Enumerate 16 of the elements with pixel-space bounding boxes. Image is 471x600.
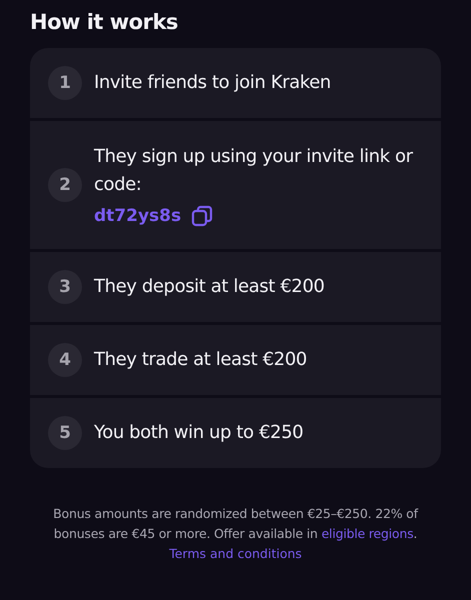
copy-icon[interactable] [191, 204, 214, 227]
step-number: 2 [48, 168, 82, 202]
eligible-regions-link[interactable]: eligible regions [321, 526, 414, 541]
step-text: They trade at least €200 [94, 348, 307, 372]
disclaimer-text: Bonus amounts are randomized between €25–€250. 22% of bonuses are €45 or more. Offer available in eligible regions. [52, 505, 420, 543]
terms-link[interactable]: Terms and conditions [169, 546, 302, 561]
step-number: 4 [48, 343, 82, 377]
step-number: 1 [48, 66, 82, 100]
section-title: How it works [30, 10, 179, 34]
step-text: They sign up using your invite link or code: [94, 145, 414, 197]
step-number: 5 [48, 416, 82, 450]
step-number: 3 [48, 270, 82, 304]
invite-code: dt72ys8s [94, 206, 182, 226]
step-text: You both win up to €250 [94, 421, 304, 446]
step-text: Invite friends to join Kraken [94, 71, 331, 96]
step-text: They deposit at least €200 [94, 275, 324, 300]
